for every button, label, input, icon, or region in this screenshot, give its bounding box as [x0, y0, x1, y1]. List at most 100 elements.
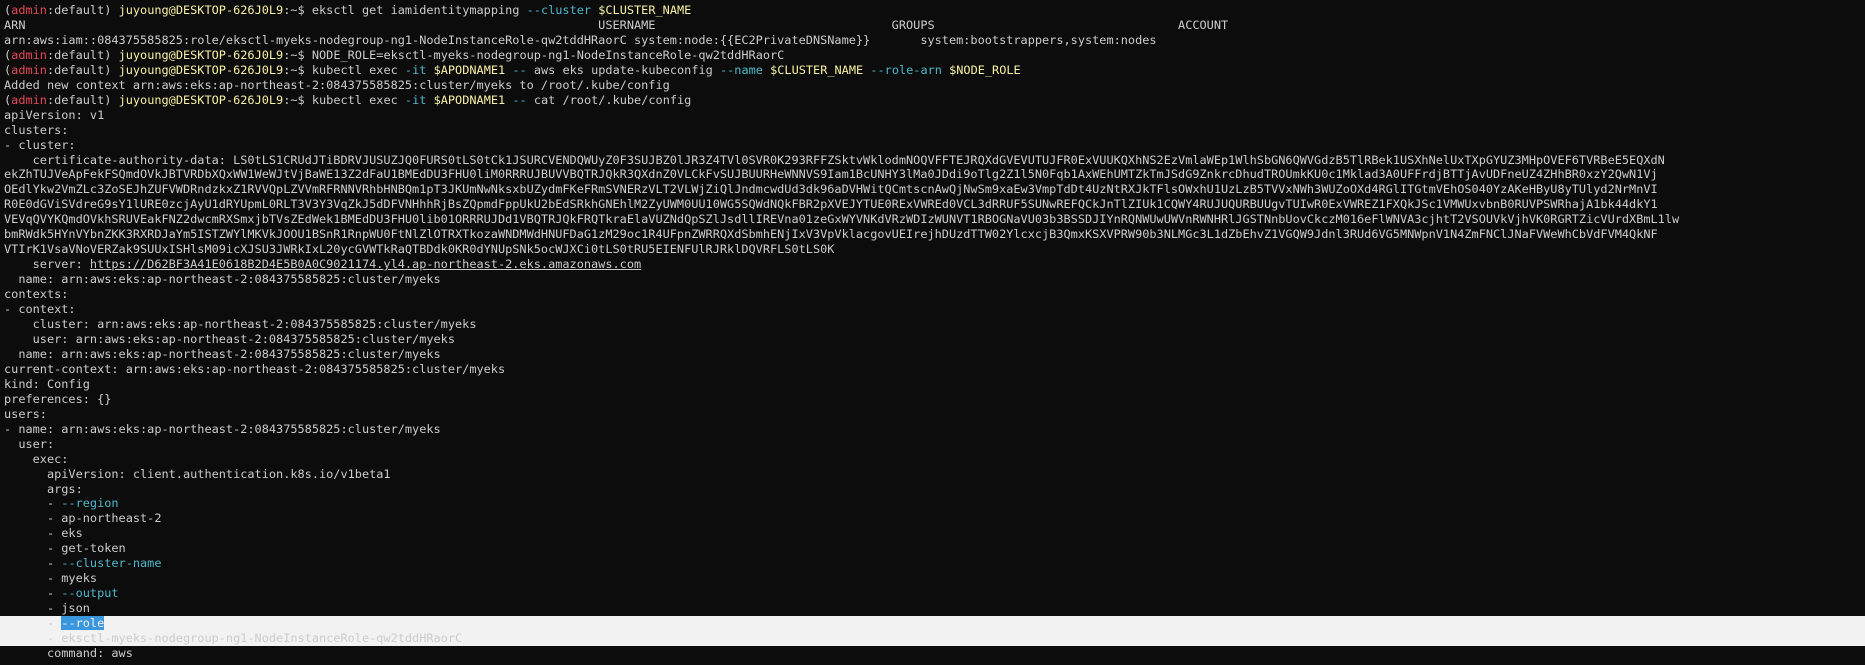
terminal-text: juyoung@DESKTOP-626J0L9: [118, 62, 284, 77]
terminal-line: exec:: [4, 452, 1865, 467]
terminal-text: name: arn:aws:eks:ap-northeast-2:0843755…: [4, 346, 441, 361]
terminal-text: command: aws: [4, 645, 133, 660]
terminal-text: :~$ eksctl get iamidentitymapping: [283, 3, 527, 17]
terminal-text: $NODE_ROLE: [949, 62, 1021, 77]
terminal-text: VTIrK1VsaVNoVERZak9SUUxISHlsM09icXJSU3JW…: [4, 242, 835, 257]
terminal-line: name: arn:aws:eks:ap-northeast-2:0843755…: [4, 272, 1865, 287]
terminal-line: preferences: {}: [4, 392, 1865, 407]
terminal-line: command: aws: [4, 646, 1865, 661]
terminal-text: :default): [46, 62, 119, 77]
terminal-text: :~$ kubectl exec: [283, 92, 405, 107]
terminal-text: cluster: arn:aws:eks:ap-northeast-2:0843…: [4, 317, 477, 332]
terminal-line: - cluster:: [4, 138, 1865, 153]
terminal-line: bmRWdk5HYnVYbnZKK3RXRDJaYm5ISTZWYlMKVkJO…: [4, 227, 1865, 242]
terminal-text: bmRWdk5HYnVYbnZKK3RXRDJaYm5ISTZWYlMKVkJO…: [4, 227, 1658, 242]
terminal-text: args:: [4, 481, 83, 496]
terminal-text: aws eks update-kubeconfig: [526, 62, 720, 77]
terminal-line: certificate-authority-data: LS0tLS1CRUdJ…: [4, 153, 1865, 168]
terminal-line: VEVqQVYKQmdOVkhSRUVEakFNZ2dwcmRXSmxjbTVs…: [4, 212, 1865, 227]
terminal-line: name: arn:aws:eks:ap-northeast-2:0843755…: [4, 347, 1865, 362]
terminal-text: exec:: [4, 451, 69, 466]
terminal-line: user: arn:aws:eks:ap-northeast-2:0843755…: [4, 332, 1865, 347]
terminal-window[interactable]: (admin:default) juyoung@DESKTOP-626J0L9:…: [0, 0, 1865, 665]
terminal-line: args:: [4, 482, 1865, 497]
terminal-line: - context:: [4, 302, 1865, 317]
terminal-text: Added new context arn:aws:eks:ap-northea…: [4, 77, 670, 92]
terminal-text: - eks: [4, 526, 83, 541]
terminal-line: user:: [4, 437, 1865, 452]
terminal-text: juyoung@DESKTOP-626J0L9: [118, 92, 284, 107]
terminal-text: admin: [11, 3, 47, 17]
terminal-line: - eks: [4, 526, 1865, 541]
terminal-line: apiVersion: v1: [4, 108, 1865, 123]
terminal-text: --: [512, 62, 527, 77]
terminal-line: ARN USERNAME GROUPS ACCOUNT: [4, 18, 1865, 33]
terminal-text: ekZhTUJVeApFekFSQmdOVkJBTVRDbXQxWW1WeWJt…: [4, 167, 1658, 182]
terminal-text: -it: [404, 92, 427, 107]
terminal-text: -: [4, 556, 62, 571]
terminal-line: (admin:default) juyoung@DESKTOP-626J0L9:…: [4, 93, 1865, 108]
terminal-text: clusters:: [4, 122, 69, 137]
terminal-text: current-context: arn:aws:eks:ap-northeas…: [4, 361, 506, 376]
terminal-line: (admin:default) juyoung@DESKTOP-626J0L9:…: [4, 48, 1865, 63]
terminal-line: cluster: arn:aws:eks:ap-northeast-2:0843…: [4, 317, 1865, 332]
terminal-line: OEdlYkw2VmZLc3ZoSEJhZUFVWDRndzkxZ1RVVQpL…: [4, 182, 1865, 197]
terminal-text: - myeks: [4, 571, 98, 586]
terminal-text: name: arn:aws:eks:ap-northeast-2:0843755…: [4, 272, 441, 287]
terminal-text: :default): [46, 3, 119, 17]
server-url-link[interactable]: https://D62BF3A41E0618B2D4E5B0A0C9021174…: [90, 257, 641, 271]
terminal-text: -: [4, 616, 62, 631]
terminal-text: :~$ kubectl exec: [283, 62, 405, 77]
terminal-text: certificate-authority-data: LS0tLS1CRUdJ…: [4, 152, 1665, 167]
terminal-text: cat /root/.kube/config: [526, 92, 692, 107]
terminal-text: --name: [719, 62, 763, 77]
terminal-text: $CLUSTER_NAME: [598, 3, 692, 17]
terminal-line: users:: [4, 407, 1865, 422]
terminal-text: users:: [4, 406, 47, 421]
terminal-line: clusters:: [4, 123, 1865, 138]
terminal-text: - json: [4, 601, 90, 616]
terminal-line: - get-token: [4, 541, 1865, 556]
terminal-text: --: [512, 92, 527, 107]
terminal-text: apiVersion: client.authentication.k8s.io…: [4, 466, 391, 481]
terminal-line: contexts:: [4, 287, 1865, 302]
terminal-text: :default): [46, 92, 119, 107]
terminal-line: - myeks: [4, 571, 1865, 586]
terminal-text: admin: [11, 62, 47, 77]
terminal-text: ARN USERNAME GROUPS ACCOUNT: [4, 17, 1229, 32]
terminal-line: VTIrK1VsaVNoVERZak9SUUxISHlsM09icXJSU3JW…: [4, 242, 1865, 257]
terminal-text: user: arn:aws:eks:ap-northeast-2:0843755…: [4, 331, 456, 346]
terminal-text: :~$ NODE_ROLE=eksctl-myeks-nodegroup-ng1…: [283, 47, 785, 62]
terminal-text: - name: arn:aws:eks:ap-northeast-2:08437…: [4, 421, 441, 436]
terminal-text: - eksctl-myeks-nodegroup-ng1-NodeInstanc…: [4, 631, 463, 646]
terminal-text: - ap-northeast-2: [4, 511, 162, 526]
terminal-text: apiVersion: v1: [4, 107, 105, 122]
terminal-text: R0E0dGViSVdreG9sY1lURE0zcjAyU1dRYUpmL0RL…: [4, 197, 1658, 212]
terminal-text: preferences: {}: [4, 391, 112, 406]
terminal-text: --output: [61, 586, 119, 601]
terminal-text: admin: [11, 92, 47, 107]
terminal-text: contexts:: [4, 287, 69, 302]
terminal-line: current-context: arn:aws:eks:ap-northeas…: [4, 362, 1865, 377]
terminal-text: --cluster: [526, 3, 592, 17]
terminal-line: - --role: [0, 616, 1865, 632]
terminal-line: - json: [4, 601, 1865, 616]
terminal-line: ekZhTUJVeApFekFSQmdOVkJBTVRDbXQxWW1WeWJt…: [4, 167, 1865, 182]
terminal-text: server:: [4, 257, 90, 272]
terminal-line: - --region: [4, 496, 1865, 511]
terminal-text: OEdlYkw2VmZLc3ZoSEJhZUFVWDRndzkxZ1RVVQpL…: [4, 182, 1658, 197]
terminal-text: --role: [61, 616, 105, 631]
terminal-text: $APODNAME1: [433, 92, 506, 107]
terminal-text: arn:aws:iam::084375585825:role/eksctl-my…: [4, 32, 1157, 47]
terminal-text: - get-token: [4, 541, 126, 556]
terminal-text: - cluster:: [4, 137, 76, 152]
terminal-line: R0E0dGViSVdreG9sY1lURE0zcjAyU1dRYUpmL0RL…: [4, 197, 1865, 212]
terminal-line: - --output: [4, 586, 1865, 601]
terminal-text: $CLUSTER_NAME: [770, 62, 864, 77]
terminal-text: --cluster-name: [61, 556, 162, 571]
terminal-line: server: https://D62BF3A41E0618B2D4E5B0A0…: [4, 257, 1865, 272]
terminal-line: - --cluster-name: [4, 556, 1865, 571]
terminal-text: juyoung@DESKTOP-626J0L9: [118, 3, 284, 17]
terminal-line: - ap-northeast-2: [4, 511, 1865, 526]
terminal-text: kind: Config: [4, 376, 90, 391]
